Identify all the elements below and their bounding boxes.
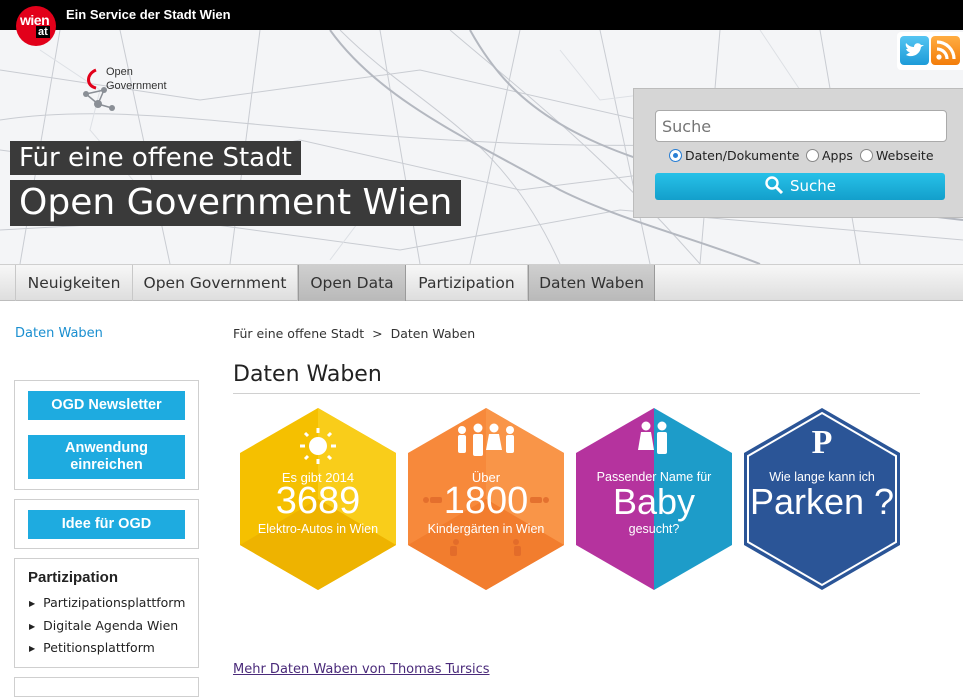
og-logo-text-government: Government bbox=[106, 80, 167, 92]
ogd-newsletter-button[interactable]: OGD Newsletter bbox=[28, 391, 185, 420]
twitter-icon[interactable] bbox=[900, 36, 929, 65]
radio-dot bbox=[806, 149, 819, 162]
radio-dot-selected bbox=[669, 149, 682, 162]
wien-at-logo[interactable]: wien at bbox=[16, 6, 56, 46]
sidebar-idea-box: Idee für OGD bbox=[14, 499, 199, 549]
triangle-icon: ▶ bbox=[29, 622, 36, 631]
top-bar: Ein Service der Stadt Wien bbox=[0, 0, 963, 30]
participation-link[interactable]: ▶ Digitale Agenda Wien bbox=[29, 618, 178, 633]
main-navigation: Neuigkeiten Open Government Open Data Pa… bbox=[0, 264, 963, 301]
radio-apps[interactable]: Apps bbox=[806, 149, 853, 165]
nav-item-daten-waben[interactable]: Daten Waben bbox=[528, 265, 655, 301]
idee-fuer-ogd-button[interactable]: Idee für OGD bbox=[28, 510, 185, 539]
radio-data-documents[interactable]: Daten/Dokumente bbox=[669, 149, 799, 165]
rss-icon[interactable] bbox=[931, 36, 960, 65]
participation-link-label: Digitale Agenda Wien bbox=[43, 618, 179, 633]
claim-large: Open Government Wien bbox=[10, 180, 462, 226]
participation-link[interactable]: ▶ Partizipationsplattform bbox=[29, 595, 185, 610]
radio-label: Webseite bbox=[876, 148, 934, 163]
search-button-label: Suche bbox=[789, 177, 836, 195]
sidebar-link-daten-waben[interactable]: Daten Waben bbox=[15, 326, 103, 341]
sidebar-actions-box: OGD Newsletter Anwendung einreichen bbox=[14, 380, 199, 490]
magnifier-icon bbox=[765, 176, 784, 195]
sidebar-participation-box: Partizipation ▶ Partizipationsplattform ▶… bbox=[14, 558, 199, 668]
radio-webseite[interactable]: Webseite bbox=[860, 149, 934, 165]
hex-bottom-text: Elektro-Autos in Wien bbox=[257, 522, 379, 536]
open-government-logo[interactable]: Open Government bbox=[78, 64, 178, 116]
hex-big-number: 1800 bbox=[443, 480, 529, 522]
breadcrumb-separator: > bbox=[372, 326, 383, 341]
triangle-icon: ▶ bbox=[29, 599, 36, 608]
participation-link-label: Partizipationsplattform bbox=[43, 595, 186, 610]
radio-dot bbox=[860, 149, 873, 162]
anwendung-einreichen-button[interactable]: Anwendung einreichen bbox=[28, 435, 185, 479]
hex-big-word: Parken ? bbox=[749, 481, 895, 522]
participation-title: Partizipation bbox=[28, 569, 119, 586]
logo-text-at: at bbox=[36, 26, 50, 38]
og-logo-text-open: Open bbox=[106, 66, 133, 78]
search-panel: Daten/Dokumente Apps Webseite Suche bbox=[633, 88, 963, 218]
nav-item-neuigkeiten[interactable]: Neuigkeiten bbox=[15, 265, 133, 301]
nav-item-open-government[interactable]: Open Government bbox=[133, 265, 298, 301]
hex-bottom-text: Kindergärten in Wien bbox=[427, 522, 545, 536]
participation-link[interactable]: ▶ Petitionsplattform bbox=[29, 640, 155, 655]
search-input[interactable] bbox=[655, 110, 947, 142]
nav-item-partizipation[interactable]: Partizipation bbox=[406, 265, 528, 301]
page-title: Daten Waben bbox=[233, 362, 382, 387]
hex-parken[interactable]: P Wie lange kann ich Parken ? bbox=[742, 408, 902, 590]
sidebar-next-box bbox=[14, 677, 199, 697]
hex-kindergaerten[interactable]: Über 1800 Kindergärten in Wien bbox=[406, 408, 566, 590]
more-daten-waben-link[interactable]: Mehr Daten Waben von Thomas Tursics bbox=[233, 662, 490, 677]
breadcrumb-current: Daten Waben bbox=[390, 326, 476, 341]
hex-elektro-autos[interactable]: Es gibt 2014 3689 Elektro-Autos in Wien bbox=[238, 408, 398, 590]
hex-big-word: Baby bbox=[612, 481, 696, 522]
hex-big-number: 3689 bbox=[275, 480, 361, 522]
parking-p-icon: P bbox=[811, 424, 833, 461]
participation-link-label: Petitionsplattform bbox=[43, 640, 155, 655]
couple-icon bbox=[638, 421, 667, 454]
breadcrumb: Für eine offene Stadt > Daten Waben bbox=[233, 326, 475, 341]
hex-baby-names[interactable]: Passender Name für Baby gesucht? bbox=[574, 408, 734, 590]
social-icons bbox=[897, 32, 963, 70]
radio-label: Daten/Dokumente bbox=[685, 148, 800, 163]
claim-small: Für eine offene Stadt bbox=[10, 141, 301, 175]
sun-icon bbox=[300, 428, 336, 464]
service-text: Ein Service der Stadt Wien bbox=[66, 7, 231, 22]
title-divider bbox=[233, 393, 920, 394]
radio-label: Apps bbox=[822, 148, 853, 163]
hex-bottom-text: gesucht? bbox=[628, 522, 680, 536]
search-button[interactable]: Suche bbox=[655, 173, 945, 200]
nav-item-open-data[interactable]: Open Data bbox=[298, 265, 406, 301]
triangle-icon: ▶ bbox=[29, 644, 36, 653]
breadcrumb-parent[interactable]: Für eine offene Stadt bbox=[233, 326, 364, 341]
